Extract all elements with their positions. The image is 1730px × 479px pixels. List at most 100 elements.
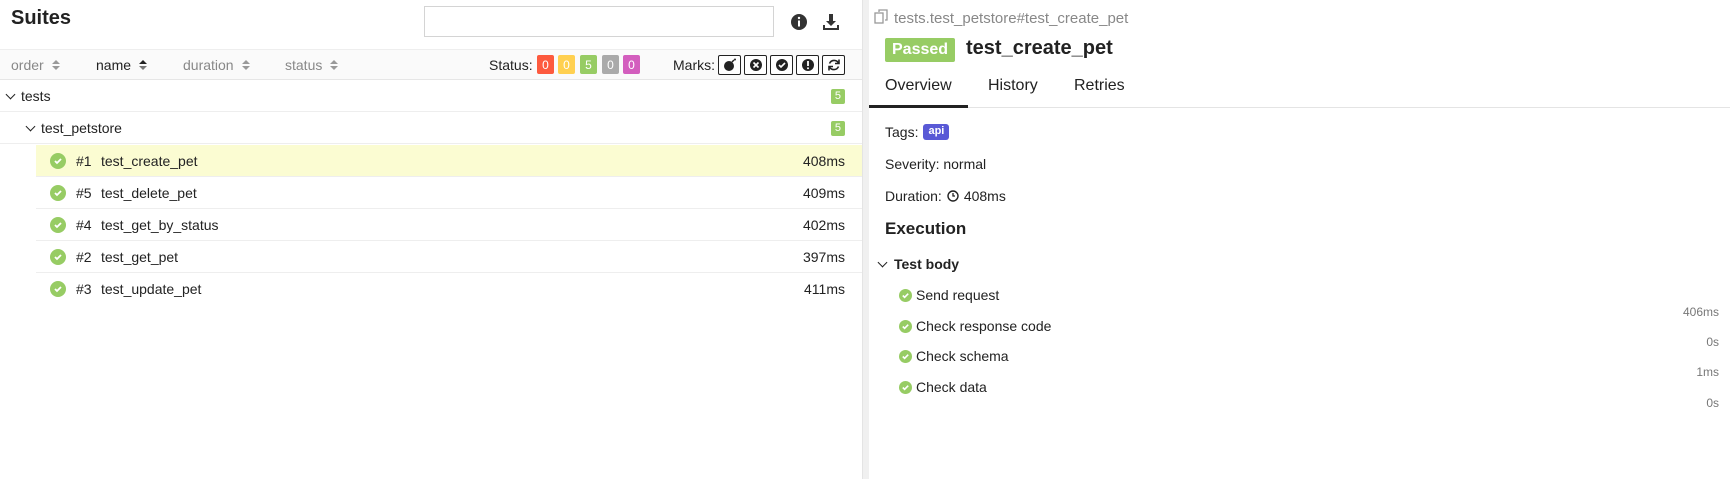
sort-status[interactable]: status: [285, 57, 339, 73]
passed-icon: [50, 185, 66, 201]
sort-icon: [51, 60, 60, 70]
test-name: test_get_by_status: [101, 217, 219, 233]
breadcrumb: tests.test_petstore#test_create_pet: [874, 9, 1128, 28]
status-passed-badge[interactable]: 5: [580, 55, 597, 74]
tag-badge: api: [923, 124, 950, 140]
passed-icon: [899, 288, 912, 302]
sort-order-label: order: [11, 57, 44, 73]
step-duration: 0s: [1706, 335, 1719, 349]
sort-duration-label: duration: [183, 57, 234, 73]
passed-icon: [50, 153, 66, 169]
status-unknown-badge[interactable]: 0: [623, 55, 640, 74]
passed-icon: [50, 217, 66, 233]
exclamation-circle-icon[interactable]: [796, 55, 819, 75]
status-badge: Passed: [885, 38, 956, 62]
test-order: #3: [76, 281, 92, 297]
breadcrumb-text: tests.test_petstore#test_create_pet: [894, 10, 1129, 27]
tab-retries[interactable]: Retries: [1074, 77, 1125, 108]
step-row[interactable]: Check data: [899, 379, 987, 395]
duration-value: 408ms: [963, 188, 1006, 204]
chevron-down-icon: [25, 121, 36, 132]
test-duration: 408ms: [802, 153, 845, 169]
tags-row: Tags: api: [885, 124, 950, 140]
test-detail-pane: tests.test_petstore#test_create_pet Pass…: [869, 0, 1730, 479]
tags-label: Tags:: [885, 124, 919, 140]
step-name: Send request: [916, 287, 1000, 303]
sort-name[interactable]: name: [96, 57, 148, 73]
passed-icon: [50, 281, 66, 297]
detail-tabs: Overview History Retries: [869, 70, 1730, 108]
test-order: #5: [76, 185, 92, 201]
duration-row: Duration: 408ms: [885, 188, 1006, 204]
test-order: #2: [76, 249, 92, 265]
test-body-toggle[interactable]: Test body: [877, 256, 960, 272]
step-name: Check response code: [916, 318, 1052, 334]
step-row[interactable]: Check schema: [899, 348, 1009, 364]
search-input[interactable]: [424, 6, 774, 37]
group-count-badge: 5: [830, 89, 845, 104]
test-name: test_delete_pet: [101, 185, 197, 201]
clock-icon: [947, 190, 959, 202]
passed-icon: [50, 249, 66, 265]
duration-label: Duration:: [885, 188, 942, 204]
test-row[interactable]: #5 test_delete_pet 409ms: [36, 177, 862, 209]
test-name: test_update_pet: [101, 281, 202, 297]
sort-duration[interactable]: duration: [183, 57, 250, 73]
bomb-icon[interactable]: [718, 55, 741, 75]
sort-status-label: status: [285, 57, 323, 73]
download-icon[interactable]: [820, 11, 842, 33]
info-icon[interactable]: [788, 11, 810, 33]
sort-icon: [241, 60, 250, 70]
sort-icon: [139, 60, 148, 70]
suites-pane: Suites order name duration status Status…: [0, 0, 862, 479]
severity-row: Severity: normal: [885, 156, 987, 172]
step-duration: 406ms: [1682, 305, 1719, 319]
refresh-icon[interactable]: [822, 55, 845, 75]
tab-overview[interactable]: Overview: [869, 77, 968, 108]
status-broken-badge[interactable]: 0: [558, 55, 575, 74]
test-name: test_get_pet: [101, 249, 179, 265]
group-count-badge: 5: [830, 121, 845, 136]
status-failed-badge[interactable]: 0: [537, 55, 554, 74]
test-row[interactable]: #1 test_create_pet 408ms: [36, 145, 862, 177]
passed-icon: [899, 319, 912, 333]
suites-title: Suites: [11, 7, 72, 29]
step-row[interactable]: Send request: [899, 287, 999, 303]
test-row[interactable]: #4 test_get_by_status 402ms: [36, 209, 862, 241]
check-circle-icon[interactable]: [770, 55, 793, 75]
chevron-down-icon: [877, 257, 888, 268]
copy-icon[interactable]: [874, 9, 889, 28]
test-order: #1: [76, 153, 92, 169]
sort-order[interactable]: order: [11, 57, 60, 73]
sort-bar: order name duration status Status: 0 0 5…: [0, 49, 862, 80]
step-duration: 1ms: [1696, 365, 1719, 379]
step-name: Check data: [916, 379, 987, 395]
tree-group-test-petstore[interactable]: test_petstore 5: [0, 112, 862, 144]
test-row[interactable]: #3 test_update_pet 411ms: [36, 273, 862, 305]
test-order: #4: [76, 217, 92, 233]
test-row[interactable]: #2 test_get_pet 397ms: [36, 241, 862, 273]
step-row[interactable]: Check response code: [899, 318, 1051, 334]
passed-icon: [899, 349, 912, 363]
step-duration: 0s: [1706, 396, 1719, 410]
passed-icon: [899, 380, 912, 394]
group-name: test_petstore: [41, 120, 122, 136]
chevron-down-icon: [5, 89, 16, 100]
test-name: test_create_pet: [101, 153, 198, 169]
test-title: test_create_pet: [966, 37, 1113, 59]
times-circle-icon[interactable]: [744, 55, 767, 75]
test-duration: 402ms: [802, 217, 845, 233]
test-body-label: Test body: [894, 256, 960, 272]
tree-group-tests[interactable]: tests 5: [0, 80, 862, 112]
marks-filter-label: Marks:: [673, 57, 715, 73]
group-name: tests: [21, 88, 51, 104]
pane-splitter[interactable]: [862, 0, 869, 479]
tab-history[interactable]: History: [988, 77, 1038, 108]
step-name: Check schema: [916, 348, 1009, 364]
sort-icon: [330, 60, 339, 70]
test-duration: 409ms: [802, 185, 845, 201]
test-duration: 397ms: [802, 249, 845, 265]
test-duration: 411ms: [804, 281, 845, 297]
status-skipped-badge[interactable]: 0: [602, 55, 619, 74]
status-filter-label: Status:: [489, 57, 533, 73]
